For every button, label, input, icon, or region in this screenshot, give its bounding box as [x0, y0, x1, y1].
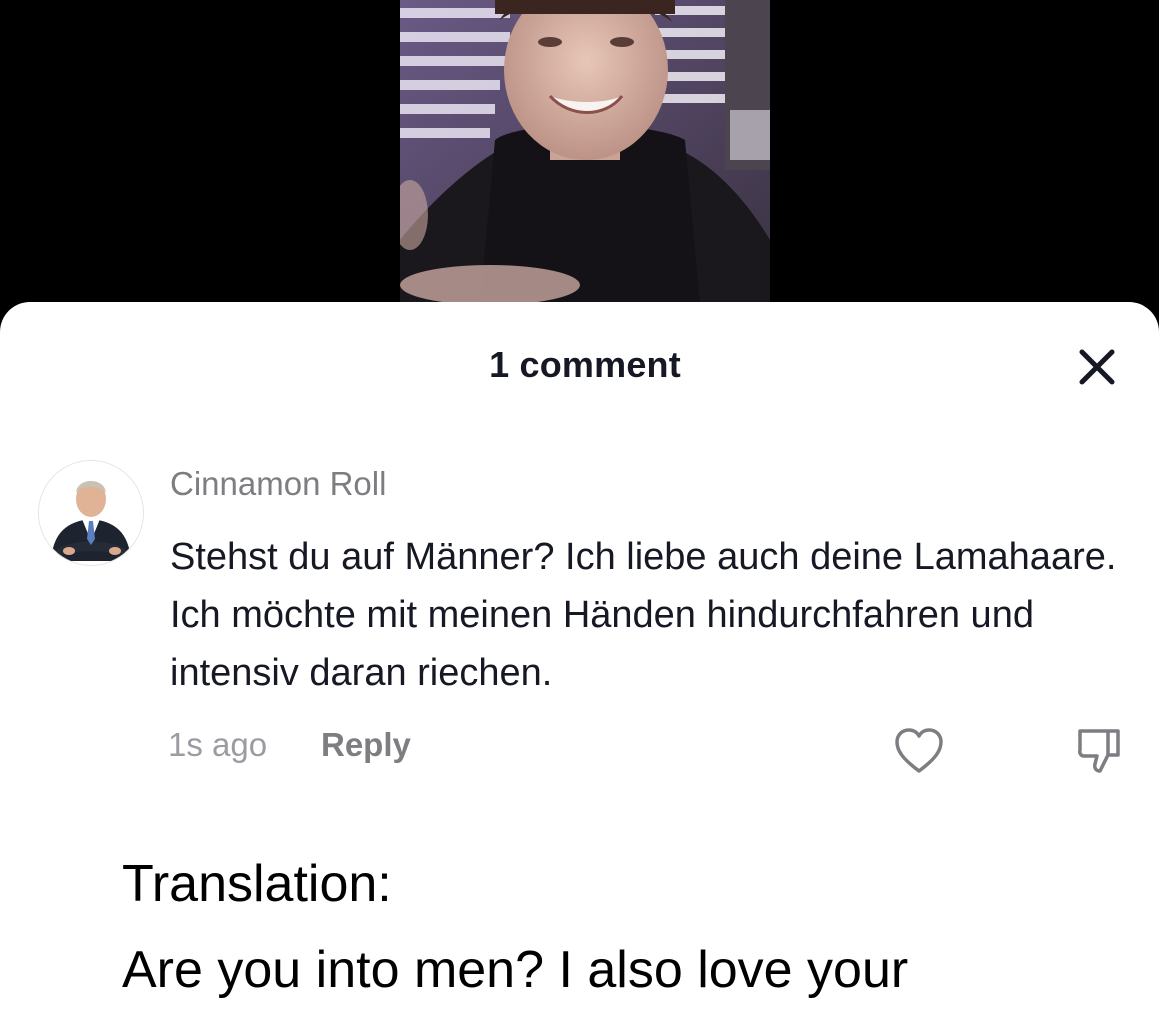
heart-icon: [895, 728, 943, 773]
dislike-button[interactable]: [1072, 725, 1124, 777]
video-player[interactable]: [400, 0, 770, 305]
close-button[interactable]: [1072, 342, 1122, 392]
screen: 1 comment Cinnamon Roll Stehst du auf Mä…: [0, 0, 1159, 1024]
avatar[interactable]: [38, 460, 144, 566]
video-frame-image: [400, 0, 770, 305]
like-button[interactable]: [893, 727, 945, 775]
comment-text: Stehst du auf Männer? Ich liebe auch dei…: [170, 536, 1117, 694]
translation-label: Translation:: [122, 855, 392, 913]
thumbs-down-icon: [1078, 729, 1120, 773]
comments-count-title: 1 comment: [489, 344, 681, 385]
close-icon: [1079, 349, 1115, 385]
comment-timestamp: 1s ago: [168, 726, 268, 763]
comments-sheet: 1 comment Cinnamon Roll Stehst du auf Mä…: [0, 302, 1159, 1024]
translation-text: Are you into men? I also love your: [122, 941, 909, 999]
avatar-man-in-suit-icon: [39, 461, 143, 565]
comment-username[interactable]: Cinnamon Roll: [170, 465, 386, 503]
reply-button[interactable]: Reply: [321, 726, 411, 764]
comment-meta-row: 1s ago Reply: [168, 726, 411, 764]
